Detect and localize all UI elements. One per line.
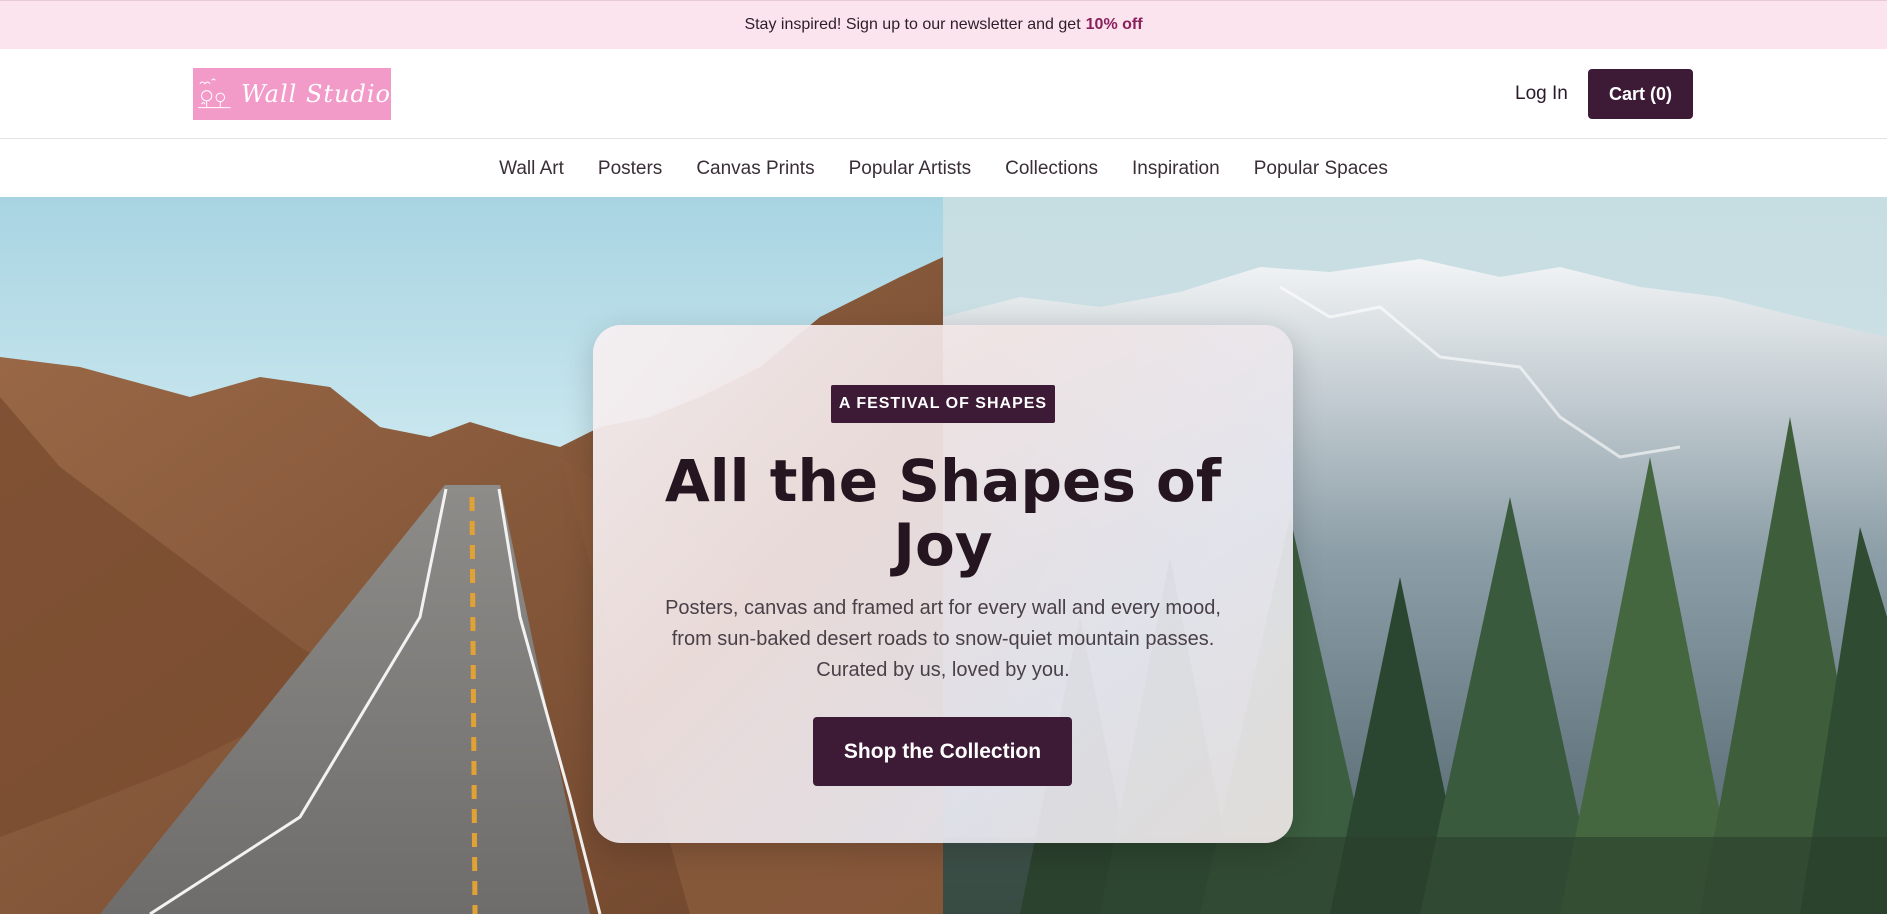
nav-item-canvas-prints[interactable]: Canvas Prints xyxy=(696,158,814,180)
hero-card: A FESTIVAL OF SHAPES All the Shapes of J… xyxy=(593,325,1293,843)
nav-item-inspiration[interactable]: Inspiration xyxy=(1132,158,1220,180)
cart-button[interactable]: Cart (0) xyxy=(1588,69,1693,119)
logo-text: Wall Studio xyxy=(241,80,391,108)
hero-headline: All the Shapes of Joy xyxy=(664,447,1222,579)
login-link[interactable]: Log In xyxy=(1515,83,1568,105)
logo[interactable]: Wall Studio xyxy=(193,68,391,120)
announcement-promo: 10% off xyxy=(1085,16,1143,33)
main-nav: Wall Art Posters Canvas Prints Popular A… xyxy=(0,140,1887,197)
shop-collection-button[interactable]: Shop the Collection xyxy=(813,717,1072,786)
announcement-bar: Stay inspired! Sign up to our newsletter… xyxy=(0,0,1887,49)
nav-item-popular-spaces[interactable]: Popular Spaces xyxy=(1254,158,1388,180)
hero-section: A FESTIVAL OF SHAPES All the Shapes of J… xyxy=(0,197,1887,914)
announcement-text: Stay inspired! Sign up to our newsletter… xyxy=(744,16,1081,33)
nav-item-posters[interactable]: Posters xyxy=(598,158,662,180)
logo-icon xyxy=(198,78,231,109)
hero-badge: A FESTIVAL OF SHAPES xyxy=(831,385,1055,423)
nav-item-wall-art[interactable]: Wall Art xyxy=(499,158,564,180)
nav-item-popular-artists[interactable]: Popular Artists xyxy=(849,158,972,180)
site-header: Wall Studio Log In Cart (0) xyxy=(0,49,1887,139)
nav-item-collections[interactable]: Collections xyxy=(1005,158,1098,180)
hero-subtext: Posters, canvas and framed art for every… xyxy=(665,597,1221,681)
